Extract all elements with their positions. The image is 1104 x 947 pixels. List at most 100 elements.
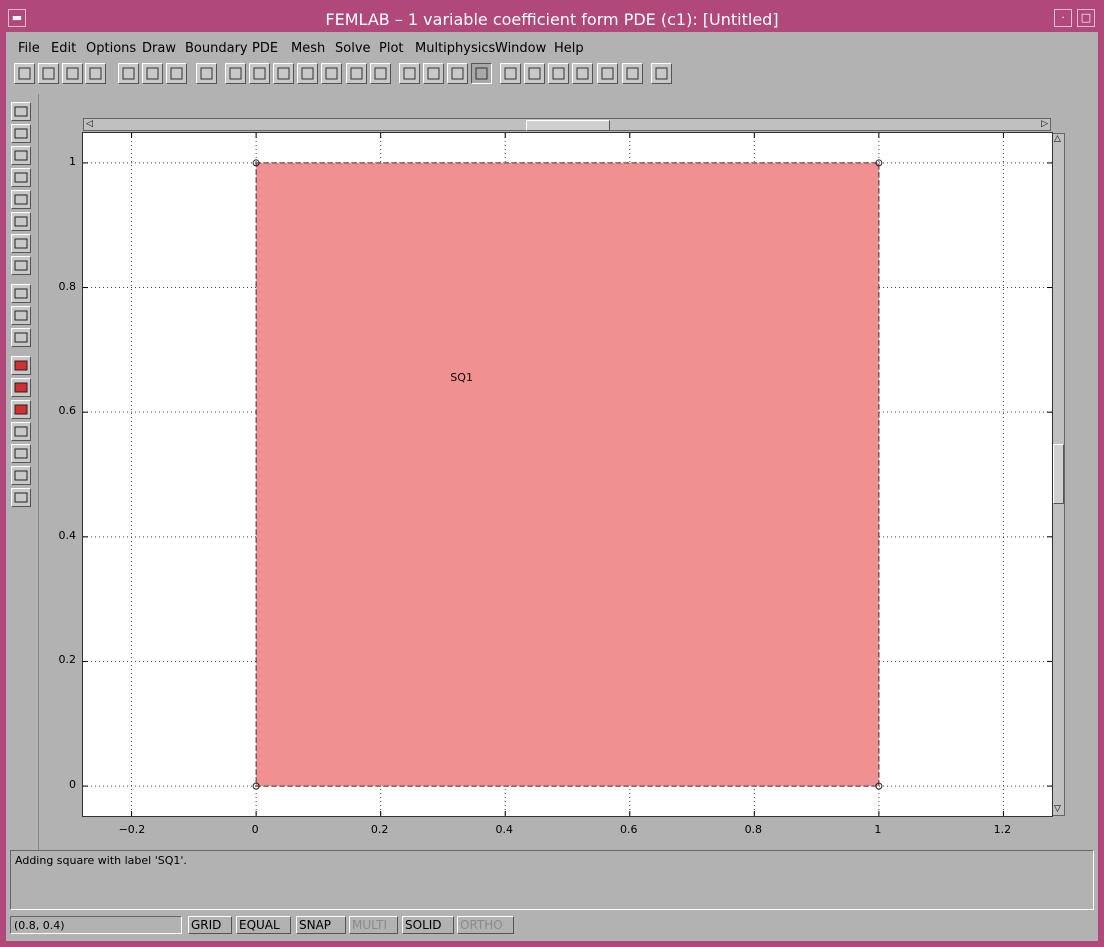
geometry-canvas[interactable]: SQ1 [82,132,1053,817]
equal-toggle[interactable]: EQUAL [236,916,291,934]
zoom-window-button[interactable] [447,63,468,84]
curve-tool-button[interactable] [11,256,31,275]
sigma-button[interactable] [597,63,618,84]
boundary-mode-button[interactable] [249,63,270,84]
intersection-tool-button[interactable] [11,378,31,397]
paste-button[interactable] [166,63,187,84]
scroll-up-icon[interactable]: △ [1054,135,1061,144]
y-tick-label: 0.6 [58,404,77,418]
x-tick-label: −0.2 [118,823,146,836]
square-sq1[interactable] [255,162,880,787]
menu-pde[interactable]: PDE [252,41,278,56]
rectangle-centered-tool-button[interactable] [11,124,31,143]
cut-button[interactable] [118,63,139,84]
point-mode-button[interactable] [225,63,246,84]
curve-icon [14,260,28,271]
line-icon [14,216,28,227]
menu-boundary[interactable]: Boundary [185,41,248,56]
union-tool-button[interactable] [11,356,31,375]
minimize-button[interactable]: · [1054,9,1072,27]
x-tick-label: 1.2 [993,823,1012,836]
title-bar[interactable]: ▬ FEMLAB – 1 variable coefficient form P… [6,6,1098,32]
convert-tool-button[interactable] [11,466,31,485]
menu-plot[interactable]: Plot [379,41,404,56]
zoom-in-button[interactable] [399,63,420,84]
rectangle-tool-button[interactable] [11,102,31,121]
help-button[interactable] [651,63,672,84]
print-icon [89,67,102,80]
omega-button[interactable] [548,63,569,84]
mesh-icon [350,67,363,80]
menu-help[interactable]: Help [554,41,584,56]
menu-file[interactable]: File [18,41,40,56]
menu-solve[interactable]: Solve [335,41,371,56]
zoom-extents-button[interactable] [471,63,492,84]
menu-draw[interactable]: Draw [142,41,176,56]
plot-button[interactable] [622,63,643,84]
scale-icon [14,332,28,343]
geometry-plot[interactable]: SQ1 [83,133,1052,816]
menu-edit[interactable]: Edit [51,41,76,56]
scroll-down-icon[interactable]: ▽ [1054,805,1061,814]
y-tick-label: 0.8 [58,279,77,293]
scale-tool-button[interactable] [11,328,31,347]
print-button[interactable] [85,63,106,84]
horizontal-scrollbar[interactable]: ◁ ▷ [83,118,1051,131]
new-file-button[interactable] [14,63,35,84]
scroll-left-icon[interactable]: ◁ [86,120,93,129]
zoom-extents-icon [475,67,488,80]
rotate-tool-button[interactable] [11,306,31,325]
subdomain-mode-button[interactable] [273,63,294,84]
coerce-tool-button[interactable] [11,444,31,463]
save-button[interactable] [62,63,83,84]
select-arrow-button[interactable] [196,63,217,84]
move-icon [14,288,28,299]
ellipse-tool-button[interactable] [11,146,31,165]
snap-toggle[interactable]: SNAP [296,916,346,934]
edit-button[interactable] [500,63,521,84]
scroll-right-icon[interactable]: ▷ [1041,120,1048,129]
menu-mesh[interactable]: Mesh [291,41,325,56]
save-icon [66,67,79,80]
boundary-mode-icon [253,67,266,80]
multi-toggle[interactable]: MULTI [349,916,398,934]
difference-tool-button[interactable] [11,400,31,419]
solve-button[interactable] [572,63,593,84]
open-button[interactable] [38,63,59,84]
refine-button[interactable] [370,63,391,84]
zoom-out-button[interactable] [423,63,444,84]
message-log: Adding square with label 'SQ1'. [10,850,1094,910]
ortho-toggle[interactable]: ORTHO [457,916,514,934]
equals-button[interactable] [321,63,342,84]
draw-toolbar [6,94,39,854]
solid-toggle[interactable]: SOLID [402,916,454,934]
vertical-scrollbar[interactable]: △ ▽ [1051,133,1065,816]
menu-window[interactable]: Window [495,41,546,56]
menu-bar: File Edit Options Draw Boundary PDE Mesh… [6,35,1098,59]
draw-properties-tool-button[interactable] [11,488,31,507]
vertical-scroll-thumb[interactable] [1053,444,1064,504]
y-tick-label: 1 [69,154,76,168]
convert-icon [14,470,28,481]
line-tool-button[interactable] [11,212,31,231]
mesh-button[interactable] [346,63,367,84]
open-icon [42,67,55,80]
point-tool-button[interactable] [11,190,31,209]
ellipse-centered-tool-button[interactable] [11,168,31,187]
new-file-icon [18,67,31,80]
rectangle-centered-icon [14,128,28,139]
grid-toggle[interactable]: GRID [188,916,232,934]
pde-spec-button[interactable] [297,63,318,84]
copy-button[interactable] [142,63,163,84]
menu-options[interactable]: Options [86,41,136,56]
horizontal-scroll-thumb[interactable] [526,120,610,131]
split-tool-button[interactable] [11,422,31,441]
d-omega-button[interactable] [524,63,545,84]
intersection-icon [14,382,28,393]
x-tick-label: 0.8 [744,823,763,836]
menu-multiphysics[interactable]: Multiphysics [415,41,495,56]
arc-tool-button[interactable] [11,234,31,253]
maximize-button[interactable]: □ [1077,9,1095,27]
status-bar: (0.8, 0.4) GRID EQUAL SNAP MULTI SOLID O… [10,916,1092,936]
move-tool-button[interactable] [11,284,31,303]
